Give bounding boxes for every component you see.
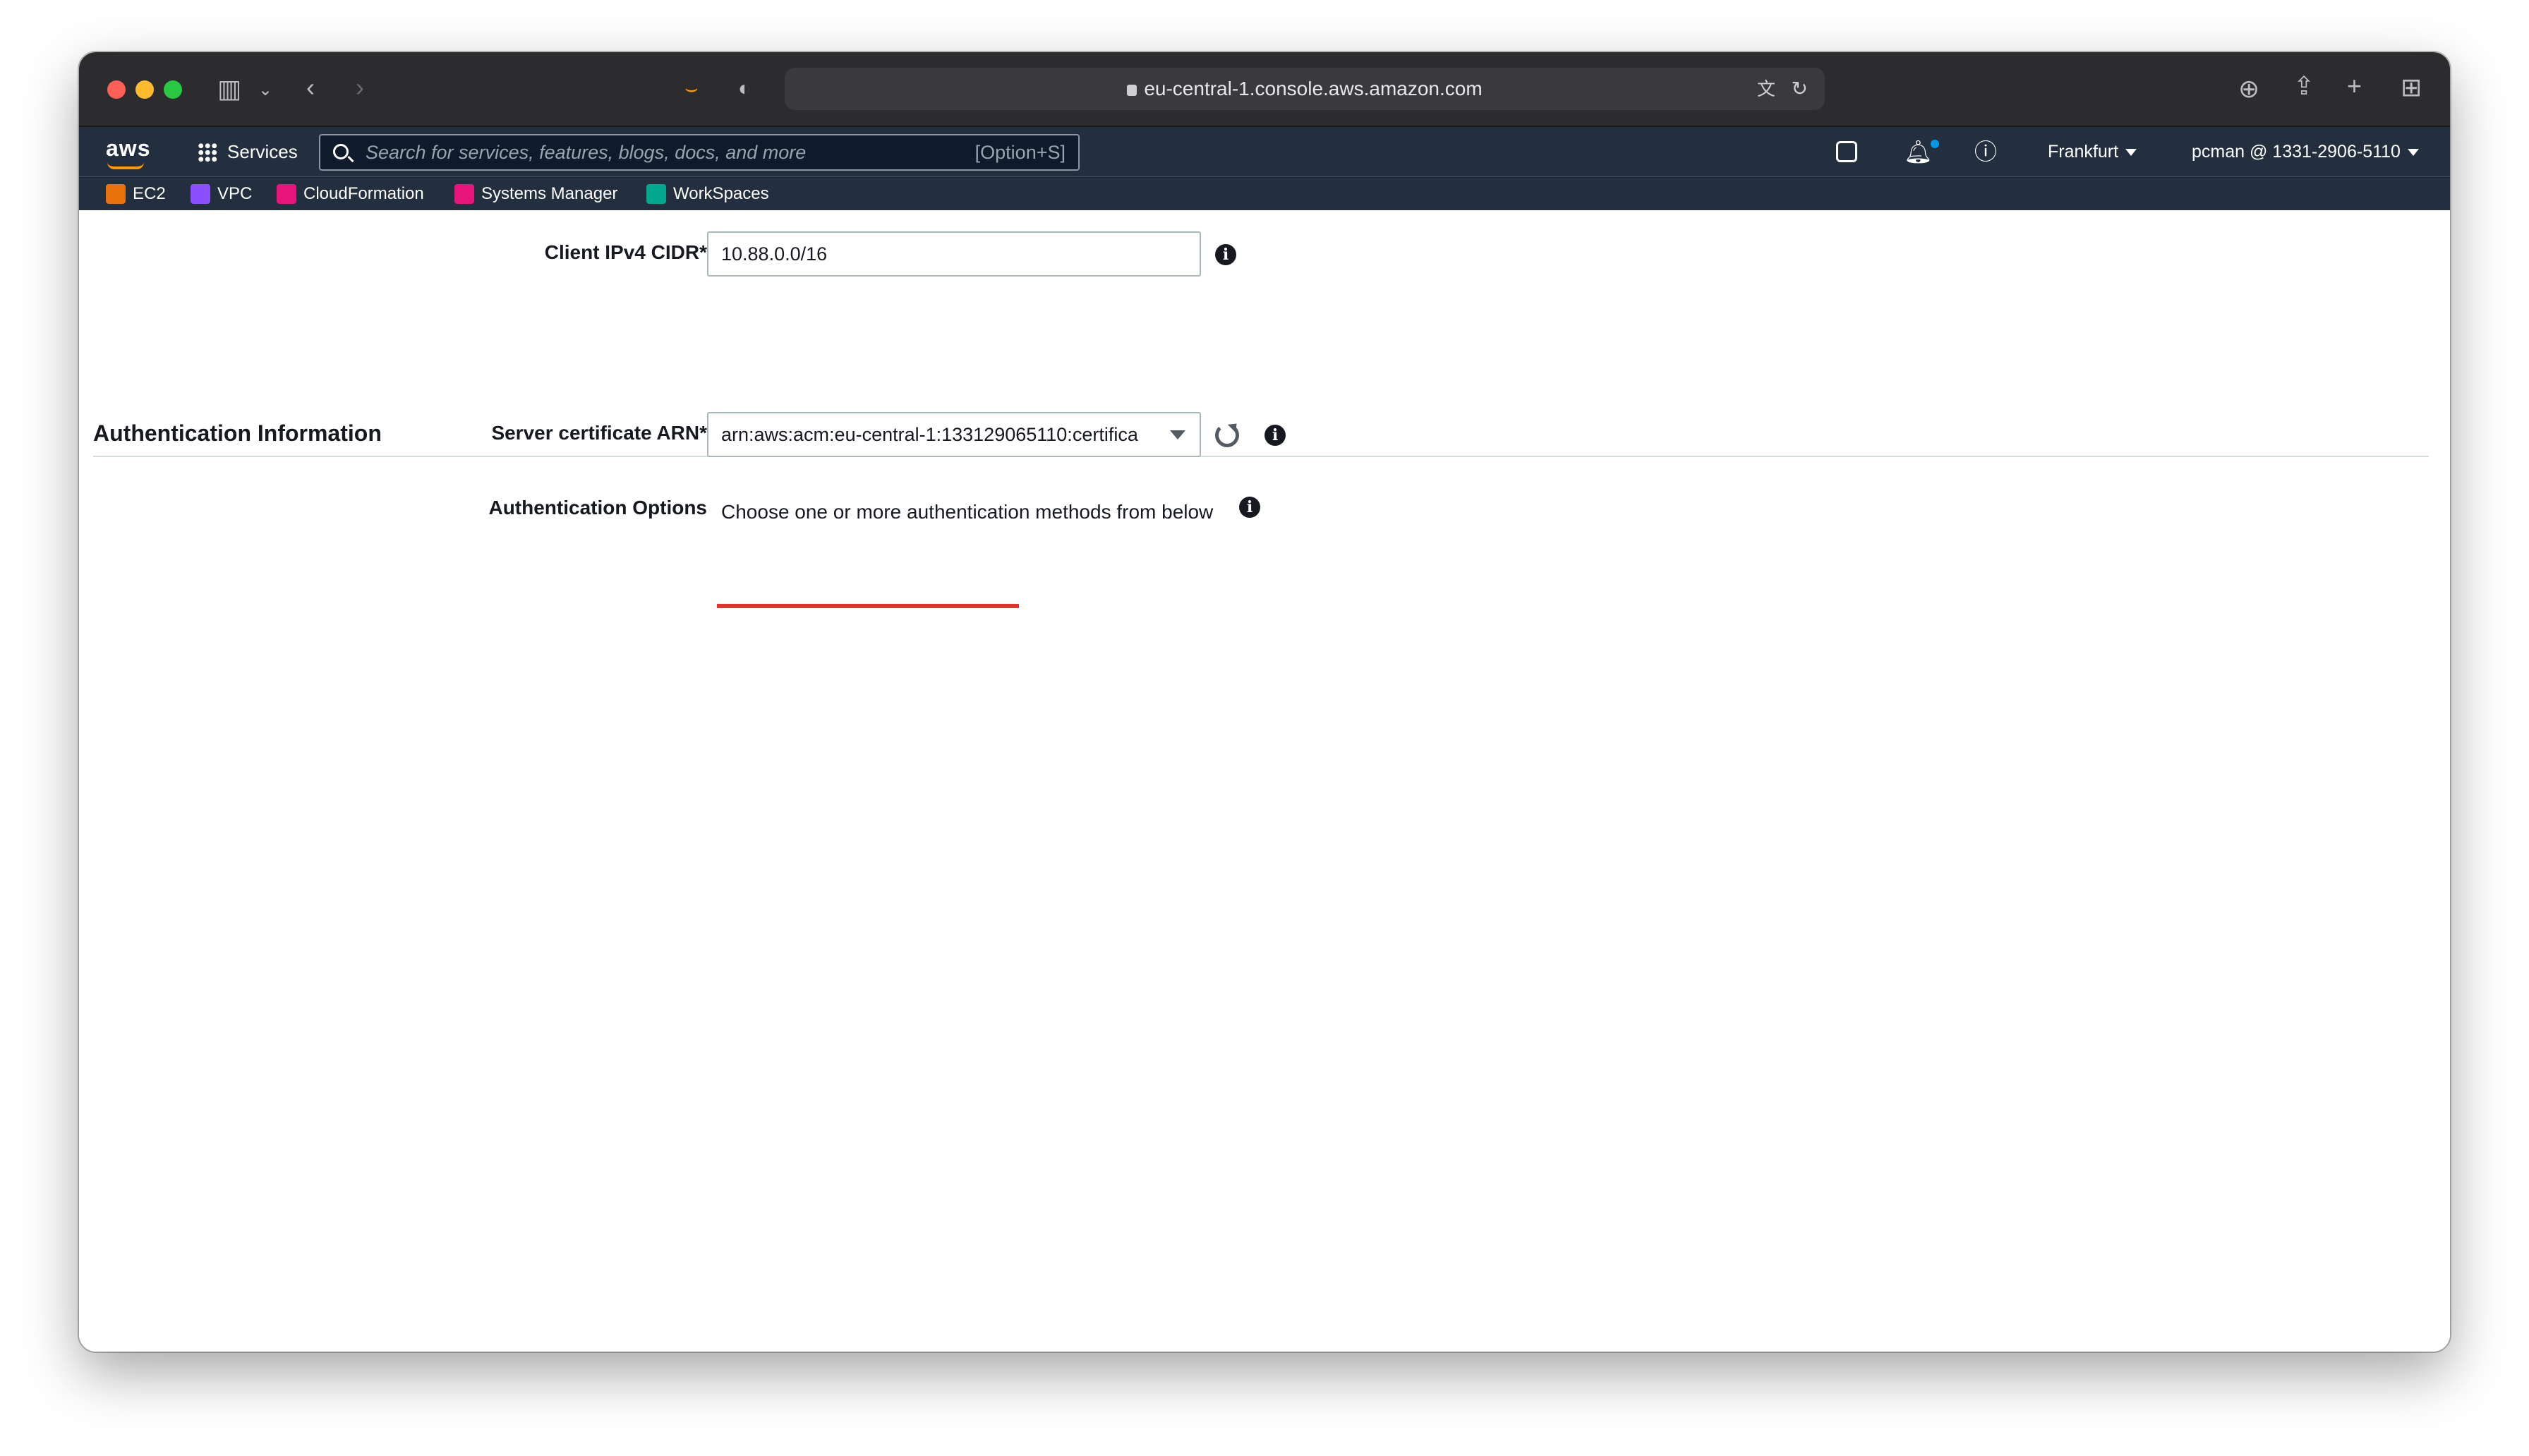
chevron-down-icon[interactable]: ⌄ bbox=[258, 78, 272, 103]
cloudshell-icon[interactable] bbox=[1836, 141, 1857, 162]
search-icon bbox=[333, 144, 349, 159]
url-text: eu-central-1.console.aws.amazon.com bbox=[1144, 78, 1483, 99]
caret-down-icon bbox=[1170, 430, 1185, 439]
favorite-cloudformation[interactable]: CloudFormation bbox=[277, 177, 424, 211]
caret-down-icon bbox=[2407, 149, 2419, 156]
info-icon[interactable]: i bbox=[1239, 497, 1260, 518]
region-label: Frankfurt bbox=[2048, 142, 2119, 162]
translate-icon[interactable]: 文 bbox=[1757, 68, 1775, 110]
services-menu-button[interactable]: Services bbox=[198, 127, 298, 176]
favorite-systems-manager[interactable]: Systems Manager bbox=[454, 177, 617, 211]
back-icon[interactable]: ‹ bbox=[306, 75, 315, 100]
favorite-vpc[interactable]: VPC bbox=[191, 177, 252, 211]
aws-search-input[interactable]: Search for services, features, blogs, do… bbox=[319, 134, 1080, 171]
divider bbox=[93, 456, 2429, 457]
client-cidr-input[interactable]: 10.88.0.0/16 bbox=[707, 231, 1201, 277]
close-window-button[interactable] bbox=[107, 80, 126, 99]
minimize-window-button[interactable] bbox=[135, 80, 154, 99]
favorite-label: EC2 bbox=[133, 184, 166, 203]
workspaces-icon bbox=[646, 184, 666, 204]
auth-options-hint: Choose one or more authentication method… bbox=[721, 501, 1214, 523]
favorite-ec2[interactable]: EC2 bbox=[106, 177, 166, 211]
browser-window: ▥ ⌄ ‹ › ⌣ ◐ eu-central-1.console.aws.ama… bbox=[79, 52, 2450, 1352]
server-cert-select[interactable]: arn:aws:acm:eu-central-1:133129065110:ce… bbox=[707, 412, 1201, 457]
reload-icon[interactable]: ↻ bbox=[1792, 68, 1808, 110]
bell-icon[interactable]: 🔔︎ bbox=[1904, 127, 1933, 176]
hidden bbox=[717, 604, 1019, 608]
auth-options-label: Authentication Options bbox=[488, 497, 707, 518]
favorite-label: WorkSpaces bbox=[673, 184, 769, 203]
client-cidr-label: Client IPv4 CIDR* bbox=[544, 241, 707, 263]
caret-down-icon bbox=[2125, 149, 2137, 156]
info-icon[interactable]: i bbox=[1215, 244, 1236, 265]
aws-logo[interactable]: aws bbox=[106, 135, 150, 162]
server-cert-value: arn:aws:acm:eu-central-1:133129065110:ce… bbox=[721, 424, 1138, 445]
favorite-workspaces[interactable]: WorkSpaces bbox=[646, 177, 769, 211]
page-content: Client IPv4 CIDR* 10.88.0.0/16 i Authent… bbox=[79, 210, 2450, 1352]
new-tab-icon[interactable]: + bbox=[2347, 73, 2362, 99]
downloads-icon[interactable]: ⊕ bbox=[2238, 76, 2259, 102]
shield-icon[interactable]: ◐ bbox=[738, 76, 751, 102]
favorite-label: CloudFormation bbox=[303, 184, 424, 203]
favorite-label: Systems Manager bbox=[481, 184, 618, 203]
refresh-icon[interactable] bbox=[1215, 423, 1239, 447]
section-authentication: Authentication Information bbox=[93, 420, 382, 446]
amazon-extension-icon[interactable]: ⌣ bbox=[684, 76, 699, 102]
systems-manager-icon bbox=[454, 184, 474, 204]
help-icon[interactable]: ⓘ bbox=[1974, 127, 1997, 176]
favorites-bar: EC2 VPC CloudFormation Systems Manager W… bbox=[79, 176, 2450, 210]
grid-icon bbox=[198, 142, 217, 162]
search-placeholder: Search for services, features, blogs, do… bbox=[366, 142, 807, 163]
account-label: pcman @ 1331-2906-5110 bbox=[2192, 142, 2401, 162]
tab-overview-icon[interactable]: ⊞ bbox=[2401, 75, 2422, 100]
aws-smile-icon bbox=[107, 162, 144, 169]
account-menu[interactable]: pcman @ 1331-2906-5110 bbox=[2192, 127, 2419, 176]
region-selector[interactable]: Frankfurt bbox=[2048, 127, 2137, 176]
notification-dot bbox=[1931, 140, 1939, 148]
search-shortcut: [Option+S] bbox=[974, 142, 1066, 163]
zoom-window-button[interactable] bbox=[164, 80, 182, 99]
info-icon[interactable]: i bbox=[1264, 425, 1286, 446]
services-label: Services bbox=[227, 141, 298, 162]
browser-toolbar: ▥ ⌄ ‹ › ⌣ ◐ eu-central-1.console.aws.ama… bbox=[79, 52, 2450, 127]
cloudformation-icon bbox=[277, 184, 296, 204]
address-bar[interactable]: eu-central-1.console.aws.amazon.com 文 ↻ bbox=[785, 68, 1825, 110]
vpc-icon bbox=[191, 184, 210, 204]
share-icon[interactable]: ⇪ bbox=[2293, 73, 2314, 99]
sidebar-icon[interactable]: ▥ bbox=[217, 76, 241, 102]
favorite-label: VPC bbox=[217, 184, 253, 203]
ec2-icon bbox=[106, 184, 126, 204]
server-cert-label: Server certificate ARN* bbox=[491, 422, 707, 444]
lock-icon bbox=[1127, 85, 1137, 96]
placeholder bbox=[717, 604, 721, 608]
forward-icon[interactable]: › bbox=[356, 75, 364, 100]
aws-top-nav: aws Services Search for services, featur… bbox=[79, 127, 2450, 176]
